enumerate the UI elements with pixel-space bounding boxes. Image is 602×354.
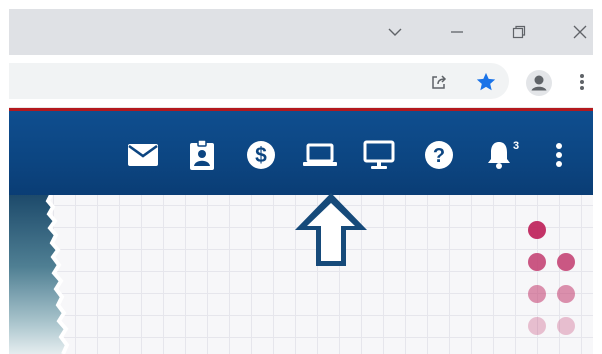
svg-text:?: ? (433, 145, 445, 167)
bookmark-star-icon[interactable] (474, 70, 498, 94)
kebab-menu-icon[interactable] (541, 137, 577, 173)
dollar-icon[interactable]: $ (243, 137, 279, 173)
browser-toolbar (9, 55, 593, 108)
torn-image-edge (9, 195, 70, 354)
laptop-icon[interactable] (302, 137, 338, 173)
decorative-dot (528, 221, 546, 239)
decorative-dot (557, 285, 575, 303)
bell-icon[interactable] (481, 137, 517, 173)
close-icon[interactable] (565, 17, 593, 47)
up-arrow-icon (295, 193, 367, 266)
minimize-icon[interactable] (442, 17, 472, 47)
restore-icon[interactable] (504, 17, 534, 47)
title-bar (9, 9, 593, 55)
help-icon[interactable]: ? (421, 137, 457, 173)
browser-menu-icon[interactable] (577, 71, 587, 93)
share-icon[interactable] (428, 71, 450, 93)
decorative-dot (528, 285, 546, 303)
decorative-dot (528, 253, 546, 271)
decorative-dot (528, 317, 546, 335)
browser-window: $ ? 3 (9, 9, 593, 354)
monitor-icon[interactable] (361, 137, 397, 173)
decorative-dot (557, 253, 575, 271)
notification-count-badge: 3 (513, 140, 520, 152)
chevron-down-icon[interactable] (380, 17, 410, 47)
decorative-dot (557, 317, 575, 335)
app-header: $ ? 3 (9, 111, 593, 195)
mail-icon[interactable] (125, 137, 161, 173)
profile-icon[interactable] (525, 69, 553, 97)
contact-card-icon[interactable] (184, 137, 220, 173)
svg-text:$: $ (255, 144, 267, 167)
